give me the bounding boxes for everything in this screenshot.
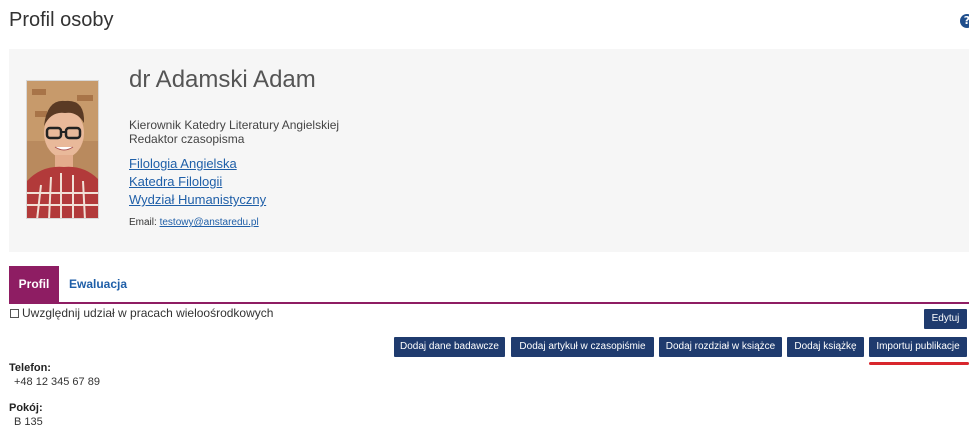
import-highlight-underline: [869, 362, 969, 365]
role-line: Kierownik Katedry Literatury Angielskiej: [129, 118, 340, 132]
person-name: dr Adamski Adam: [129, 66, 316, 93]
add-book-chapter-button[interactable]: Dodaj rozdział w książce: [659, 337, 782, 357]
tab-ewaluacja[interactable]: Ewaluacja: [59, 266, 137, 302]
checkbox-box[interactable]: [10, 308, 19, 318]
add-journal-article-button[interactable]: Dodaj artykuł w czasopiśmie: [511, 337, 654, 357]
phone-label: Telefon:: [9, 362, 51, 374]
profile-card: dr Adamski Adam Kierownik Katedry Litera…: [9, 49, 969, 252]
unit-link-katedra-filologii[interactable]: Katedra Filologii: [129, 174, 222, 189]
tab-divider: [9, 302, 969, 304]
role-line: Redaktor czasopisma: [129, 132, 245, 146]
room-value: B 135: [14, 416, 43, 428]
phone-value: +48 12 345 67 89: [14, 376, 100, 388]
email-link[interactable]: testowy@anstaredu.pl: [160, 217, 259, 228]
email-label: Email:: [129, 217, 157, 228]
add-research-data-button[interactable]: Dodaj dane badawcze: [394, 337, 505, 357]
multi-center-checkbox[interactable]: Uwzględnij udział w pracach wieloośrodko…: [10, 306, 273, 320]
email-row: Email: testowy@anstaredu.pl: [129, 217, 259, 228]
multi-center-label: Uwzględnij udział w pracach wieloośrodko…: [22, 306, 274, 320]
page-title: Profil osoby: [9, 9, 114, 31]
tab-profil[interactable]: Profil: [9, 266, 59, 302]
unit-link-filologia-angielska[interactable]: Filologia Angielska: [129, 156, 237, 171]
question-circle-icon[interactable]: ?: [960, 14, 969, 28]
add-book-button[interactable]: Dodaj książkę: [787, 337, 864, 357]
unit-link-wydzial-humanistyczny[interactable]: Wydział Humanistyczny: [129, 192, 266, 207]
room-label: Pokój:: [9, 402, 43, 414]
import-publications-button[interactable]: Importuj publikacje: [869, 337, 967, 357]
profile-photo: [26, 80, 99, 219]
edit-button[interactable]: Edytuj: [924, 309, 967, 329]
